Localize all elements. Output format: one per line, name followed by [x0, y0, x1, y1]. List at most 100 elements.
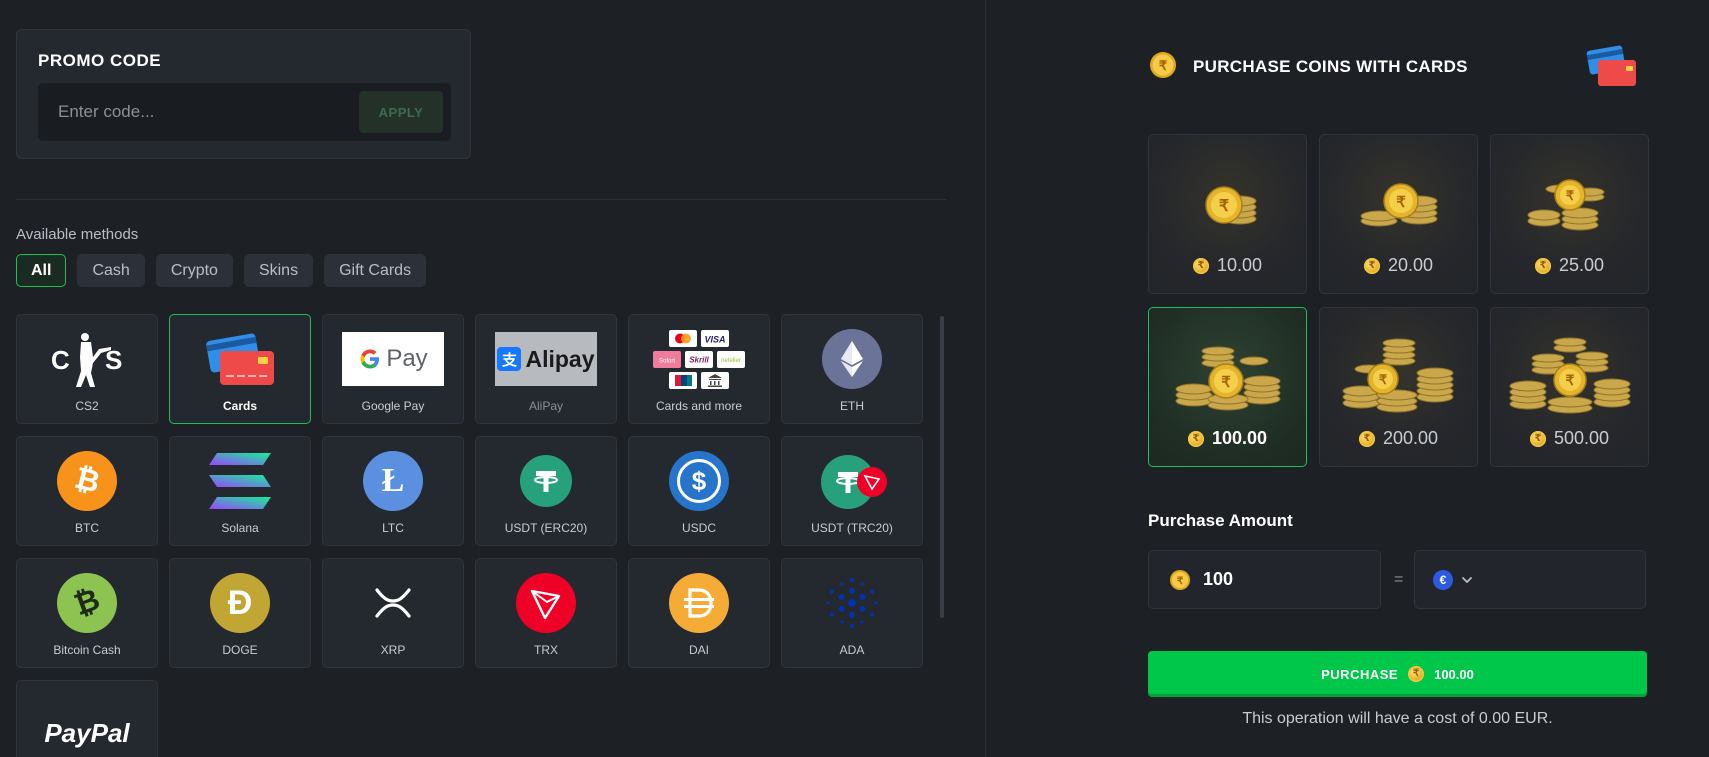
solana-icon [170, 449, 310, 513]
method-label: XRP [380, 643, 406, 657]
pack-value: 10.00 [1216, 255, 1263, 275]
method-tile-solana[interactable]: Solana [169, 436, 311, 546]
filter-tab-skins[interactable]: Skins [243, 254, 314, 287]
coin-amount-input[interactable]: ₹ 100 [1148, 550, 1381, 609]
method-label: LTC [382, 521, 404, 535]
visa-mark: VISA [704, 335, 725, 345]
purchase-button-value: 100.00 [1434, 666, 1474, 682]
paypal-text: PayPal [44, 717, 130, 748]
skrill-mark: Skrill [689, 356, 709, 365]
method-label: DOGE [222, 643, 258, 657]
purchase-button[interactable]: PURCHASE 100.00 [1148, 651, 1647, 697]
method-tile-trx[interactable]: TRX [475, 558, 617, 668]
method-label: USDT (TRC20) [811, 521, 893, 535]
coin-icon: ₹ [1150, 52, 1176, 78]
method-tile-paypal[interactable]: PayPal [16, 680, 158, 757]
coin-pile-icon: ₹ [1149, 330, 1306, 420]
svg-text:₹: ₹ [1177, 576, 1184, 587]
methods-scrollbar[interactable] [940, 316, 944, 618]
cards-and-more-icon: VISA Sofort Skrill neteller [629, 327, 769, 391]
filter-tab-all[interactable]: All [16, 254, 67, 287]
method-label: AliPay [528, 399, 563, 413]
coin-icon [1358, 430, 1375, 447]
pack-value: 25.00 [1558, 255, 1605, 275]
chevron-down-icon [1462, 576, 1472, 583]
coin-stack-medium-icon: ₹ [1320, 157, 1477, 247]
method-tile-google-pay[interactable]: Pay Google Pay [322, 314, 464, 424]
coin-hoard-icon: ₹ [1491, 330, 1648, 420]
svg-text:₹: ₹ [1221, 374, 1231, 391]
coin-icon [1187, 430, 1204, 447]
svg-text:₹: ₹ [1396, 194, 1406, 211]
coin-icon: ₹ [1170, 569, 1190, 590]
method-label: ETH [840, 399, 864, 413]
currency-select[interactable]: € [1414, 550, 1646, 609]
pack-value: 20.00 [1387, 255, 1434, 275]
filter-tab-cash[interactable]: Cash [77, 254, 145, 287]
usdc-icon: $ [629, 449, 769, 513]
filter-tab-crypto[interactable]: Crypto [155, 254, 233, 287]
promo-code-title: PROMO CODE [38, 51, 162, 70]
equals-sign: = [1394, 571, 1404, 588]
paypal-logo-icon: PayPal [17, 701, 157, 757]
method-tile-eth[interactable]: ETH [781, 314, 923, 424]
coin-pack-200[interactable]: ₹ 200.00 [1319, 307, 1478, 467]
purchase-amount-label: Purchase Amount [1148, 511, 1293, 530]
pack-value: 200.00 [1382, 428, 1439, 448]
coin-pack-20[interactable]: ₹ 20.00 [1319, 134, 1478, 294]
method-filter-tabs: All Cash Crypto Skins Gift Cards [16, 254, 427, 287]
method-label: Cards and more [655, 399, 743, 413]
method-label: TRX [534, 643, 558, 657]
method-tile-doge[interactable]: Đ DOGE [169, 558, 311, 668]
method-label: ADA [839, 643, 865, 657]
coin-stack-large-icon: ₹ [1491, 157, 1648, 247]
method-tile-alipay[interactable]: 支 Alipay AliPay [475, 314, 617, 424]
filter-tab-gift-cards[interactable]: Gift Cards [324, 254, 427, 287]
promo-code-card: PROMO CODE APPLY [16, 29, 471, 159]
method-tile-bitcoin-cash[interactable]: ₿ Bitcoin Cash [16, 558, 158, 668]
method-tile-cs2[interactable]: C S CS2 [16, 314, 158, 424]
doge-icon: Đ [170, 571, 310, 635]
bitcoin-cash-icon: ₿ [17, 571, 157, 635]
alipay-text: Alipay [525, 345, 595, 372]
promo-code-field: APPLY [38, 83, 451, 141]
method-tile-dai[interactable]: DAI [628, 558, 770, 668]
apply-button[interactable]: APPLY [359, 91, 443, 133]
usdt-erc20-icon [476, 449, 616, 513]
google-pay-logo-icon: Pay [323, 327, 463, 391]
coin-icon [1529, 430, 1546, 447]
method-label: USDC [681, 521, 716, 535]
sofort-mark: Sofort [659, 359, 675, 365]
credit-cards-icon [170, 327, 310, 391]
coin-icon [1534, 257, 1551, 274]
coin-pack-500[interactable]: ₹ 500.00 [1490, 307, 1649, 467]
coin-pack-10[interactable]: ₹ 10.00 [1148, 134, 1307, 294]
euro-icon: € [1433, 569, 1453, 590]
btc-icon: ₿ [17, 449, 157, 513]
svg-text:₹: ₹ [1159, 58, 1168, 73]
cs2-logo-icon: C S [17, 327, 157, 391]
payment-method-grid: C S CS2 Cards Pay Google Pay 支 Alipay Al… [16, 314, 923, 757]
svg-text:₹: ₹ [1378, 372, 1387, 387]
credit-cards-icon [1586, 45, 1636, 86]
method-tile-btc[interactable]: ₿ BTC [16, 436, 158, 546]
promo-code-input[interactable] [38, 83, 348, 141]
usdt-trc20-icon [782, 449, 922, 513]
method-label: CS2 [75, 399, 99, 413]
method-tile-cards-and-more[interactable]: VISA Sofort Skrill neteller Cards and mo… [628, 314, 770, 424]
method-tile-ltc[interactable]: Ł LTC [322, 436, 464, 546]
method-tile-usdt-trc20[interactable]: USDT (TRC20) [781, 436, 923, 546]
coin-pack-100[interactable]: ₹ 100.00 [1148, 307, 1307, 467]
pack-value: 100.00 [1211, 428, 1268, 448]
ada-icon [782, 571, 922, 635]
method-tile-xrp[interactable]: XRP [322, 558, 464, 668]
purchase-panel: ₹ PURCHASE COINS WITH CARDS ₹ ₹ 10.00 ₹ … [986, 0, 1709, 757]
method-tile-ada[interactable]: ADA [781, 558, 923, 668]
purchase-button-label: PURCHASE [1321, 666, 1399, 682]
coin-pack-25[interactable]: ₹ 25.00 [1490, 134, 1649, 294]
method-label: Bitcoin Cash [53, 643, 121, 657]
method-tile-cards[interactable]: Cards [169, 314, 311, 424]
eth-icon [782, 327, 922, 391]
method-tile-usdt-erc20[interactable]: USDT (ERC20) [475, 436, 617, 546]
method-tile-usdc[interactable]: $ USDC [628, 436, 770, 546]
